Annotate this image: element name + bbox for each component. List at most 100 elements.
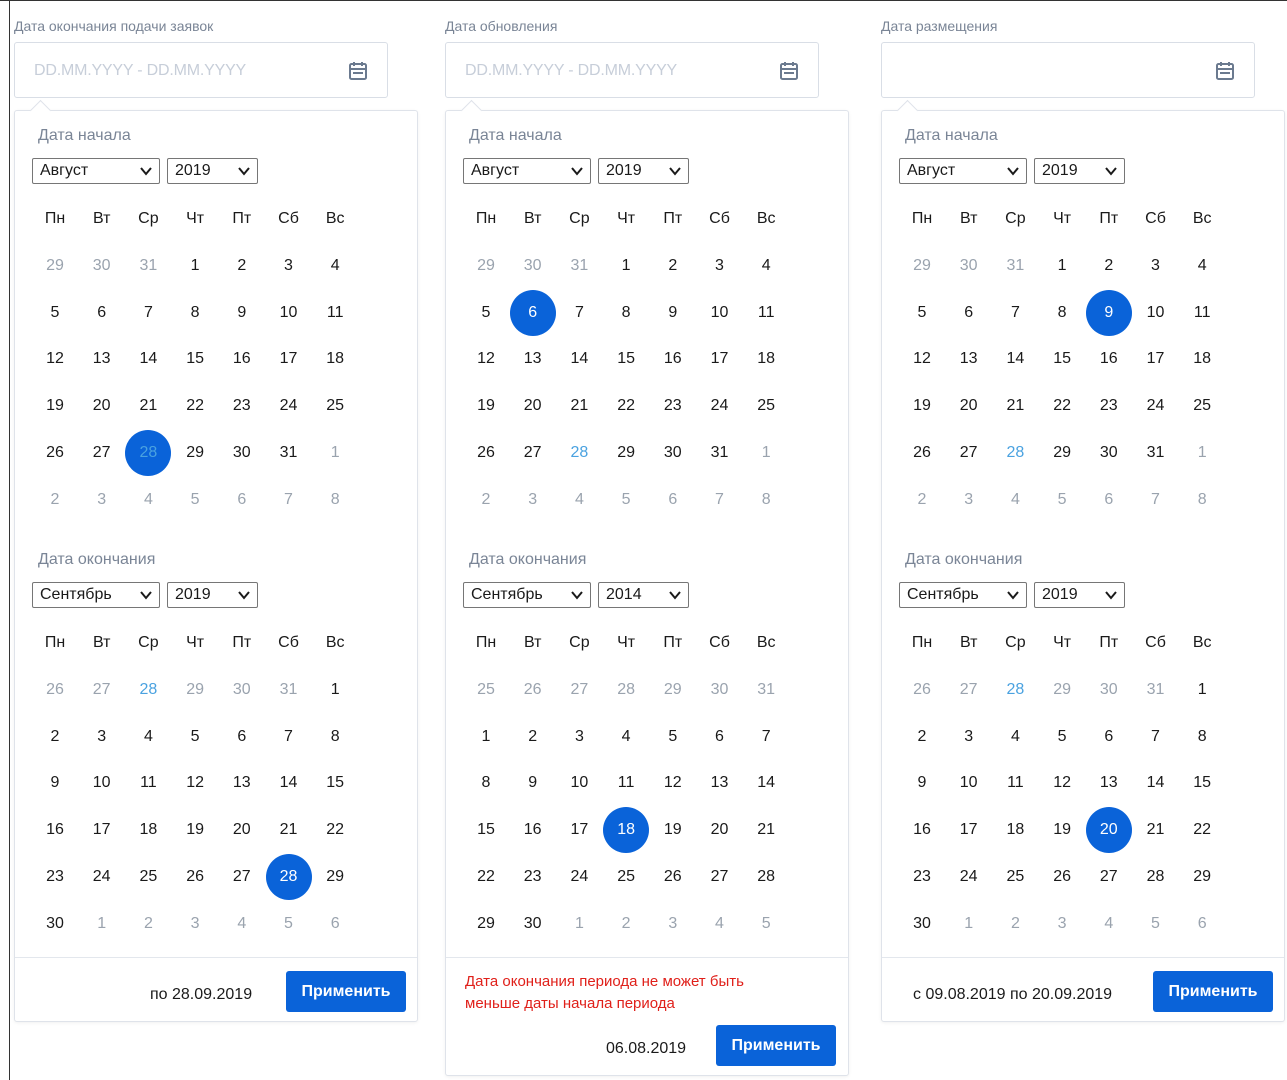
calendar-day[interactable]: 23 <box>650 383 696 429</box>
calendar-day[interactable]: 28 <box>125 667 171 713</box>
calendar-day[interactable]: 21 <box>1133 807 1179 853</box>
selected-day[interactable]: 18 <box>603 807 650 854</box>
calendar-day[interactable]: 19 <box>32 383 78 429</box>
selected-day[interactable]: 9 <box>1085 289 1132 336</box>
calendar-day[interactable]: 3 <box>650 901 696 947</box>
calendar-day[interactable]: 14 <box>1133 760 1179 806</box>
calendar-day[interactable]: 5 <box>743 901 789 947</box>
calendar-day[interactable]: 31 <box>743 667 789 713</box>
selected-day[interactable]: 28 <box>265 854 312 900</box>
apply-button[interactable]: Применить <box>716 1025 836 1066</box>
calendar-day[interactable]: 5 <box>603 477 649 523</box>
calendar-day[interactable]: 12 <box>172 760 218 806</box>
date-range-input[interactable]: DD.MM.YYYY - DD.MM.YYYY <box>445 42 819 98</box>
end-year-select[interactable]: 2014 <box>598 582 689 608</box>
calendar-day[interactable]: 22 <box>603 383 649 429</box>
calendar-day[interactable]: 31 <box>266 430 312 476</box>
calendar-day[interactable]: 8 <box>463 760 509 806</box>
calendar-day[interactable]: 2 <box>32 714 78 760</box>
calendar-day[interactable]: 29 <box>32 243 78 289</box>
calendar-day[interactable]: 14 <box>125 336 171 382</box>
start-month-select[interactable]: Август <box>899 158 1027 184</box>
calendar-day[interactable]: 4 <box>743 243 789 289</box>
calendar-day[interactable]: 6 <box>650 477 696 523</box>
calendar-day[interactable]: 2 <box>650 243 696 289</box>
calendar-day[interactable]: 24 <box>266 383 312 429</box>
calendar-day[interactable]: 13 <box>510 336 556 382</box>
calendar-day[interactable]: 10 <box>697 290 743 336</box>
calendar-day[interactable]: 24 <box>556 854 602 900</box>
calendar-day[interactable]: 7 <box>556 290 602 336</box>
calendar-day[interactable]: 5 <box>1039 714 1085 760</box>
calendar-day[interactable]: 29 <box>1039 667 1085 713</box>
calendar-day[interactable]: 2 <box>32 477 78 523</box>
calendar-day[interactable]: 22 <box>1179 807 1225 853</box>
calendar-day[interactable]: 31 <box>1133 430 1179 476</box>
calendar-day[interactable]: 26 <box>510 667 556 713</box>
calendar-day[interactable]: 23 <box>510 854 556 900</box>
calendar-day[interactable]: 4 <box>312 243 358 289</box>
calendar-day[interactable]: 31 <box>1133 667 1179 713</box>
calendar-day[interactable]: 5 <box>172 477 218 523</box>
calendar-day[interactable]: 27 <box>219 854 265 900</box>
calendar-day[interactable]: 11 <box>312 290 358 336</box>
calendar-day[interactable]: 6 <box>312 901 358 947</box>
calendar-day[interactable]: 14 <box>556 336 602 382</box>
calendar-day[interactable]: 15 <box>463 807 509 853</box>
calendar-day[interactable]: 27 <box>510 430 556 476</box>
calendar-day[interactable]: 30 <box>510 243 556 289</box>
calendar-day[interactable]: 30 <box>219 667 265 713</box>
calendar-day[interactable]: 20 <box>697 807 743 853</box>
calendar-day[interactable]: 9 <box>32 760 78 806</box>
calendar-day[interactable]: 1 <box>1179 430 1225 476</box>
calendar-day[interactable]: 8 <box>743 477 789 523</box>
calendar-day[interactable]: 13 <box>697 760 743 806</box>
calendar-day[interactable]: 16 <box>899 807 945 853</box>
calendar-day[interactable]: 14 <box>992 336 1038 382</box>
calendar-day[interactable]: 16 <box>650 336 696 382</box>
calendar-day[interactable]: 7 <box>992 290 1038 336</box>
calendar-day[interactable]: 1 <box>603 243 649 289</box>
calendar-day[interactable]: 11 <box>603 760 649 806</box>
start-year-select[interactable]: 2019 <box>1034 158 1125 184</box>
calendar-day[interactable]: 22 <box>1039 383 1085 429</box>
calendar-day[interactable]: 15 <box>603 336 649 382</box>
calendar-day[interactable]: 5 <box>172 714 218 760</box>
calendar-day[interactable]: 29 <box>899 243 945 289</box>
calendar-day[interactable]: 2 <box>603 901 649 947</box>
calendar-day[interactable]: 29 <box>1179 854 1225 900</box>
calendar-day[interactable]: 21 <box>556 383 602 429</box>
calendar-day[interactable]: 25 <box>992 854 1038 900</box>
calendar-day[interactable]: 19 <box>1039 807 1085 853</box>
calendar-day[interactable]: 23 <box>1086 383 1132 429</box>
calendar-day[interactable]: 5 <box>650 714 696 760</box>
calendar-day[interactable]: 28 <box>556 430 602 476</box>
calendar-day[interactable]: 16 <box>510 807 556 853</box>
calendar-day[interactable]: 24 <box>1133 383 1179 429</box>
calendar-day[interactable]: 13 <box>946 336 992 382</box>
calendar-day[interactable]: 29 <box>172 667 218 713</box>
calendar-day[interactable]: 5 <box>899 290 945 336</box>
calendar-day[interactable]: 6 <box>1086 477 1132 523</box>
calendar-day[interactable]: 5 <box>1039 477 1085 523</box>
calendar-day[interactable]: 12 <box>650 760 696 806</box>
calendar-day[interactable]: 1 <box>172 243 218 289</box>
calendar-day[interactable]: 27 <box>946 667 992 713</box>
calendar-day[interactable]: 2 <box>899 477 945 523</box>
calendar-day[interactable]: 13 <box>79 336 125 382</box>
calendar-day[interactable]: 23 <box>899 854 945 900</box>
calendar-day[interactable]: 1 <box>1039 243 1085 289</box>
calendar-day[interactable]: 26 <box>32 667 78 713</box>
calendar-day[interactable]: 24 <box>697 383 743 429</box>
calendar-day[interactable]: 20 <box>219 807 265 853</box>
calendar-day[interactable]: 27 <box>79 667 125 713</box>
calendar-day[interactable]: 21 <box>125 383 171 429</box>
end-month-select[interactable]: Сентябрь <box>899 582 1027 608</box>
calendar-day[interactable]: 5 <box>1133 901 1179 947</box>
calendar-day[interactable]: 13 <box>1086 760 1132 806</box>
date-range-input[interactable] <box>881 42 1255 98</box>
calendar-day[interactable]: 9 <box>219 290 265 336</box>
calendar-day[interactable]: 16 <box>219 336 265 382</box>
calendar-day[interactable]: 30 <box>946 243 992 289</box>
calendar-day[interactable]: 6 <box>697 714 743 760</box>
